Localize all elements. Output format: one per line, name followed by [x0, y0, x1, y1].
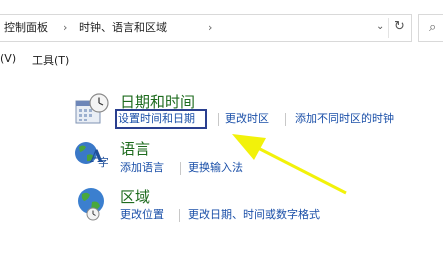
- annotation-arrow: [232, 134, 347, 195]
